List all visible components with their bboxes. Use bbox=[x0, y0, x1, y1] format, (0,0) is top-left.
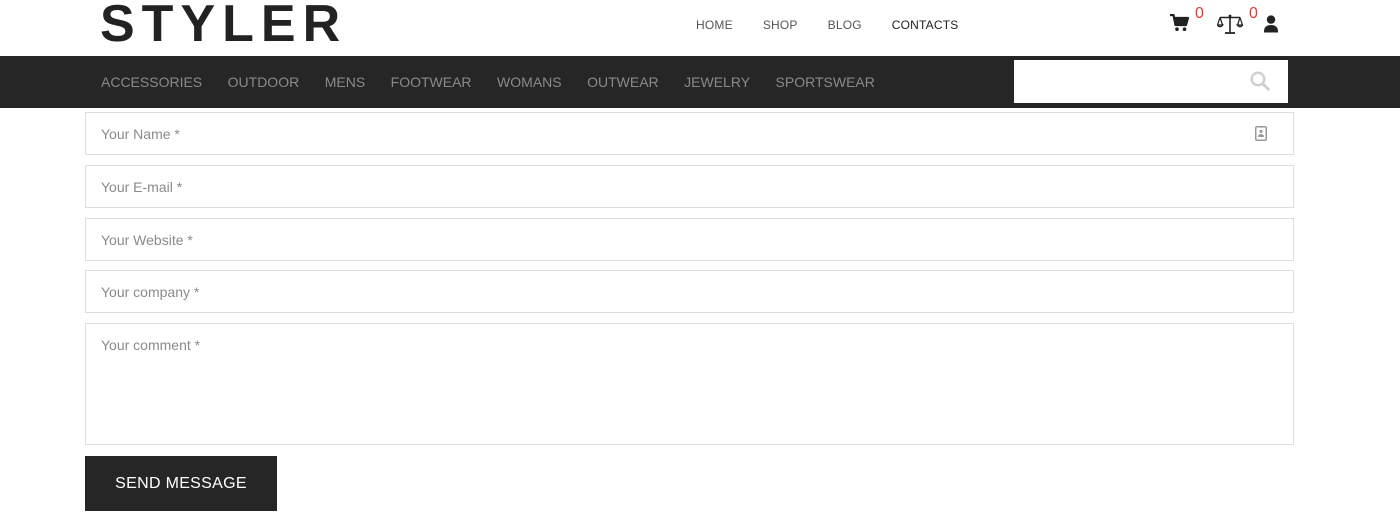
website-input[interactable] bbox=[86, 219, 1293, 260]
search-icon[interactable] bbox=[1250, 71, 1270, 96]
contact-card-icon[interactable] bbox=[1255, 126, 1267, 146]
name-field-wrapper bbox=[85, 112, 1294, 155]
category-sportswear[interactable]: SPORTSWEAR bbox=[776, 74, 875, 90]
comment-textarea[interactable] bbox=[86, 324, 1293, 444]
cart-icon[interactable] bbox=[1170, 13, 1190, 37]
site-logo[interactable]: STYLER bbox=[100, 0, 347, 54]
category-womans[interactable]: WOMANS bbox=[497, 74, 562, 90]
nav-contacts[interactable]: CONTACTS bbox=[892, 18, 959, 32]
compare-count-badge: 0 bbox=[1249, 5, 1258, 22]
email-input[interactable] bbox=[86, 166, 1293, 207]
category-jewelry[interactable]: JEWELRY bbox=[684, 74, 750, 90]
main-nav: HOME SHOP BLOG CONTACTS bbox=[696, 18, 989, 32]
category-mens[interactable]: MENS bbox=[325, 74, 365, 90]
top-header: STYLER HOME SHOP BLOG CONTACTS 0 0 bbox=[0, 0, 1400, 56]
cart-count-badge: 0 bbox=[1195, 5, 1204, 22]
company-input[interactable] bbox=[86, 271, 1293, 312]
category-nav: ACCESSORIES OUTDOOR MENS FOOTWEAR WOMANS… bbox=[101, 74, 900, 90]
user-icon[interactable] bbox=[1263, 15, 1279, 38]
nav-home[interactable]: HOME bbox=[696, 18, 733, 32]
compare-scale-icon[interactable] bbox=[1215, 14, 1245, 39]
company-field-wrapper bbox=[85, 270, 1294, 313]
nav-blog[interactable]: BLOG bbox=[828, 18, 862, 32]
category-outwear[interactable]: OUTWEAR bbox=[587, 74, 659, 90]
search-box bbox=[1014, 60, 1288, 103]
comment-field-wrapper bbox=[85, 323, 1294, 445]
search-input[interactable] bbox=[1014, 60, 1234, 103]
name-input[interactable] bbox=[86, 113, 1293, 154]
email-field-wrapper bbox=[85, 165, 1294, 208]
category-bar: ACCESSORIES OUTDOOR MENS FOOTWEAR WOMANS… bbox=[0, 56, 1400, 108]
send-message-button[interactable]: SEND MESSAGE bbox=[85, 456, 277, 511]
category-outdoor[interactable]: OUTDOOR bbox=[228, 74, 300, 90]
header-icons: 0 0 bbox=[1170, 6, 1300, 46]
website-field-wrapper bbox=[85, 218, 1294, 261]
category-accessories[interactable]: ACCESSORIES bbox=[101, 74, 202, 90]
nav-shop[interactable]: SHOP bbox=[763, 18, 798, 32]
category-footwear[interactable]: FOOTWEAR bbox=[391, 74, 472, 90]
